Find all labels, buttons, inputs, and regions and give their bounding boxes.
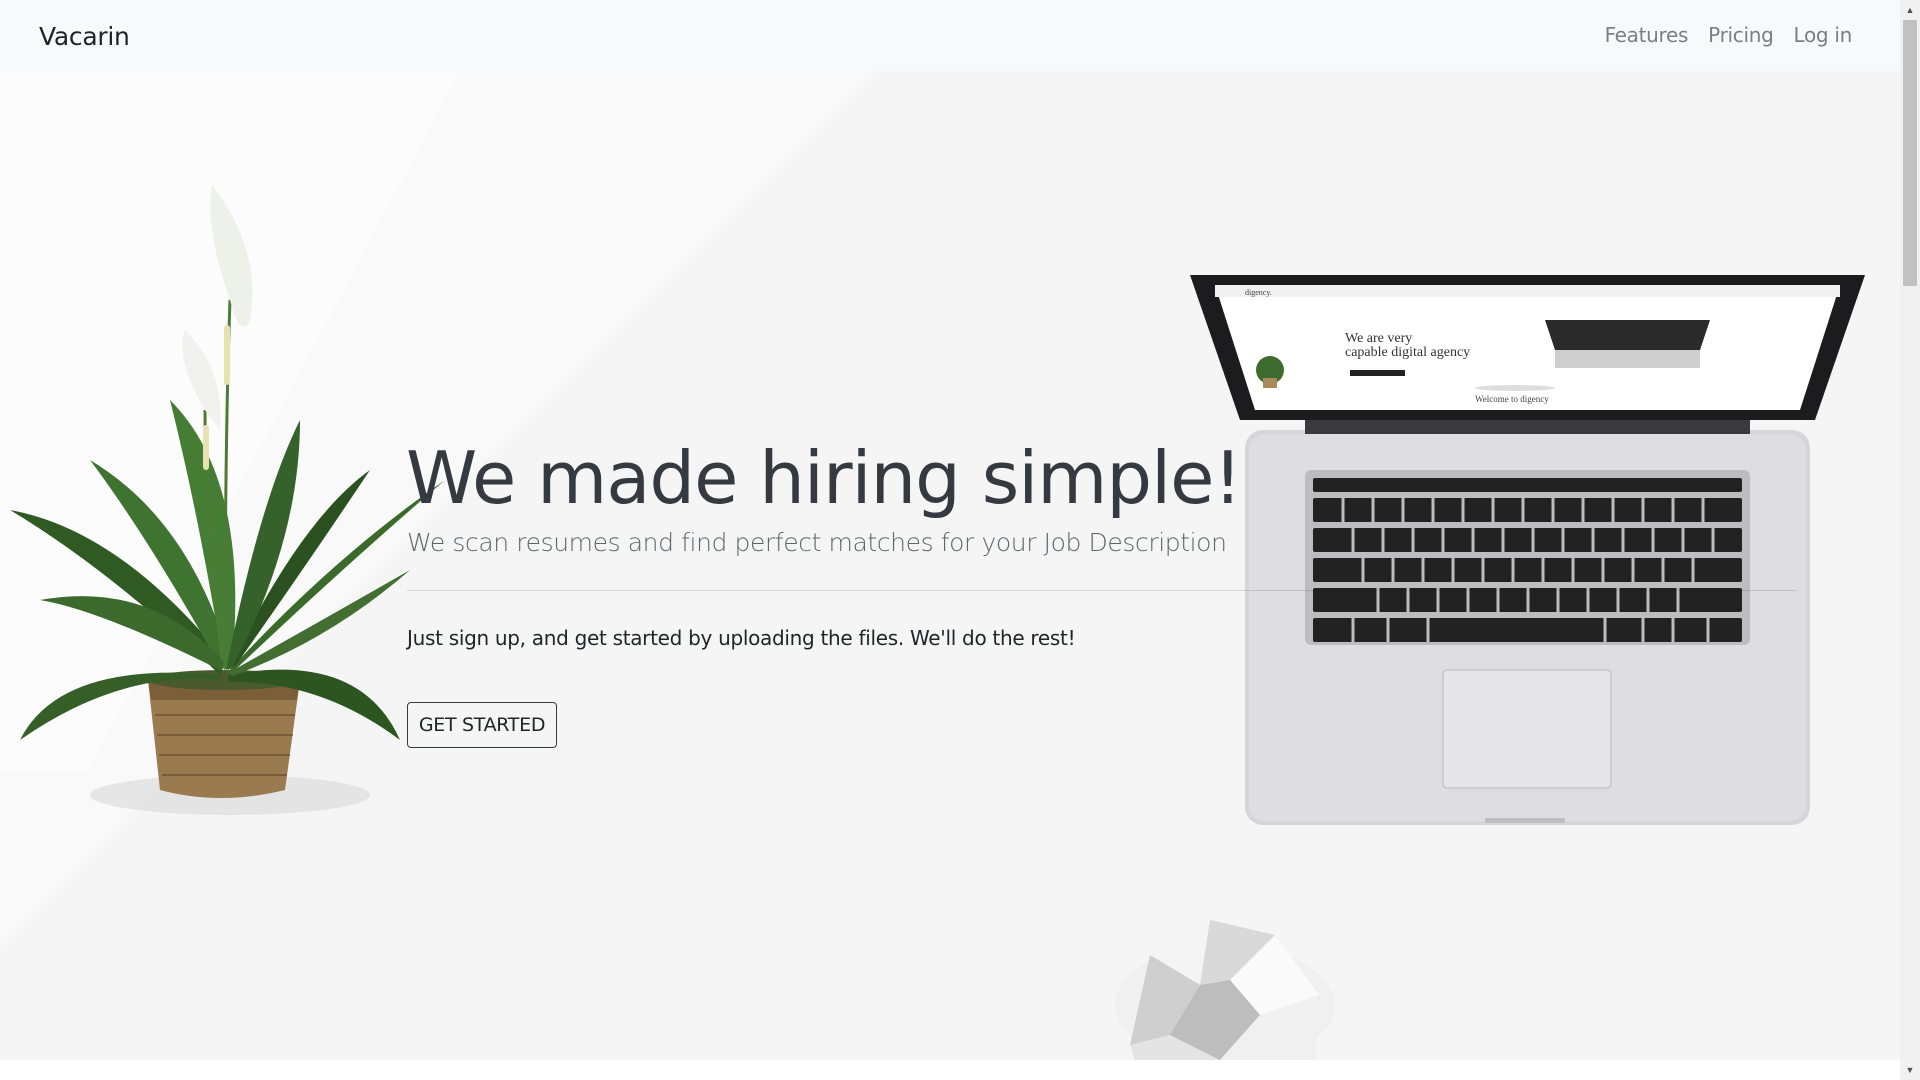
svg-text:Welcome to digency: Welcome to digency [1475,394,1549,404]
get-started-button[interactable]: GET STARTED [407,702,557,748]
vertical-scrollbar[interactable]: ▲ ▼ [1900,0,1920,1080]
top-navbar: Vacarin Features Pricing Log in [0,0,1900,71]
scroll-down-arrow-icon[interactable]: ▼ [1900,1060,1920,1080]
decorative-gem-image [1115,920,1335,1060]
svg-text:We are very: We are very [1345,331,1412,346]
scroll-up-arrow-icon[interactable]: ▲ [1900,0,1920,20]
svg-text:digency.: digency. [1245,288,1272,297]
hero-headline: We made hiring simple! [406,436,1242,520]
laptop-image: digency. We are very capable digital age… [1190,275,1865,825]
brand-logo[interactable]: Vacarin [39,22,130,51]
hero-lead-text: Just sign up, and get started by uploadi… [407,626,1076,650]
nav-link-features[interactable]: Features [1605,23,1689,47]
page-bottom-strip [0,1060,1900,1080]
scrollbar-thumb[interactable] [1903,20,1917,286]
nav-link-pricing[interactable]: Pricing [1708,23,1774,47]
svg-text:capable digital agency: capable digital agency [1345,345,1470,360]
hero-divider [407,590,1797,591]
nav-link-login[interactable]: Log in [1793,23,1852,47]
plant-image [10,185,445,815]
hero-subheadline: We scan resumes and find perfect matches… [407,528,1227,557]
nav-links: Features Pricing Log in [1605,23,1853,47]
